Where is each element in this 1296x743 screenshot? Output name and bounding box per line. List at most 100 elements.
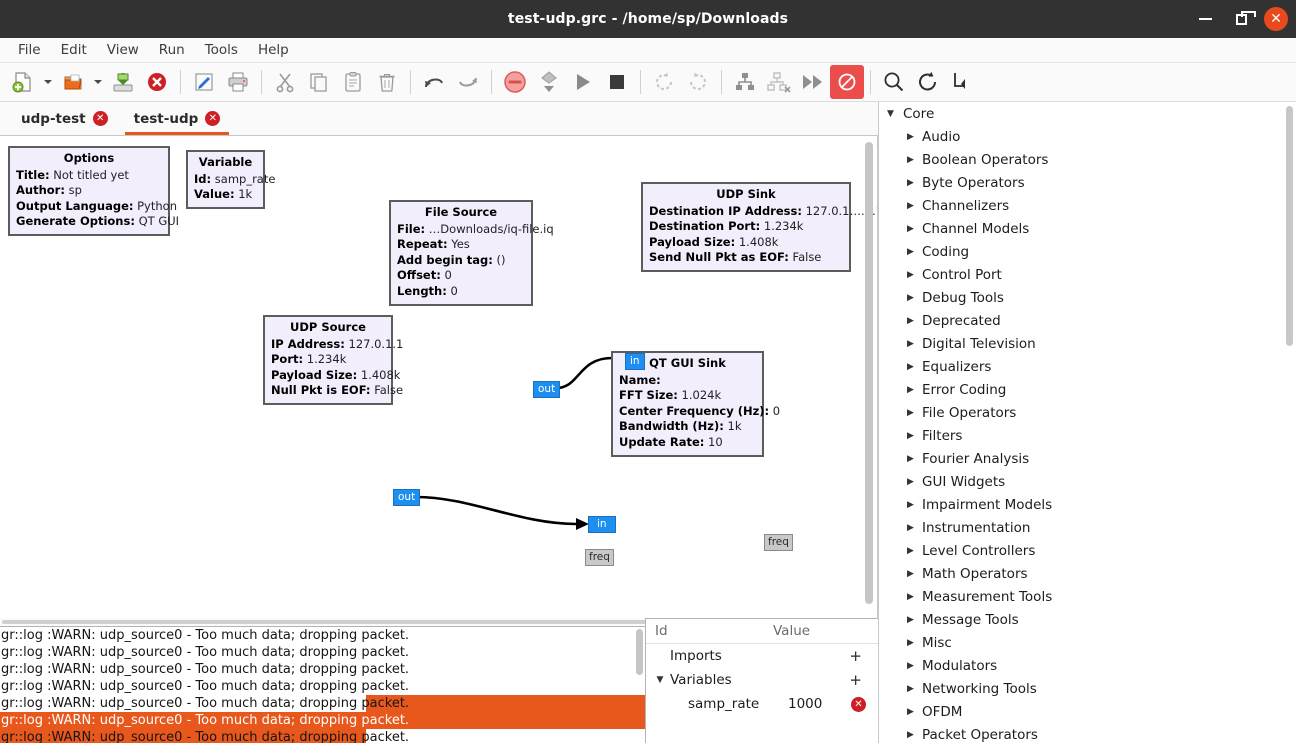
chevron-right-icon[interactable]: ▶ — [907, 339, 922, 349]
scrollbar-thumb[interactable] — [1286, 106, 1293, 346]
sidebar-vertical-scrollbar[interactable] — [1286, 106, 1293, 736]
chevron-right-icon[interactable]: ▶ — [907, 592, 922, 602]
tree-item-gui-widgets[interactable]: ▶ GUI Widgets — [879, 470, 1296, 493]
open-folder-icon[interactable] — [56, 65, 90, 99]
chevron-down-icon[interactable]: ▼ — [652, 675, 668, 685]
delete-variable-button[interactable]: ✕ — [851, 696, 866, 712]
hierarchy-icon[interactable] — [728, 65, 762, 99]
rotate-ccw-icon[interactable] — [647, 65, 681, 99]
stop-square-icon[interactable] — [600, 65, 634, 99]
disable-circle-icon[interactable] — [498, 65, 532, 99]
chevron-right-icon[interactable]: ▶ — [907, 178, 922, 188]
port-qt-gui-sink-in[interactable]: in — [588, 516, 616, 533]
search-icon[interactable] — [877, 65, 911, 99]
tree-item-filters[interactable]: ▶ Filters — [879, 424, 1296, 447]
variables-row-imports[interactable]: Imports + — [646, 644, 878, 668]
chevron-right-icon[interactable]: ▶ — [907, 569, 922, 579]
tree-item-equalizers[interactable]: ▶ Equalizers — [879, 355, 1296, 378]
chevron-right-icon[interactable]: ▶ — [907, 224, 922, 234]
maximize-button[interactable] — [1228, 6, 1256, 32]
chevron-right-icon[interactable]: ▶ — [907, 155, 922, 165]
bypass-icon[interactable] — [532, 65, 566, 99]
close-button[interactable]: ✕ — [1264, 7, 1288, 31]
tree-item-control-port[interactable]: ▶ Control Port — [879, 263, 1296, 286]
tree-item-boolean-operators[interactable]: ▶ Boolean Operators — [879, 148, 1296, 171]
chevron-right-icon[interactable]: ▶ — [907, 546, 922, 556]
minimize-button[interactable] — [1192, 6, 1218, 32]
tree-item-debug-tools[interactable]: ▶ Debug Tools — [879, 286, 1296, 309]
save-disk-icon[interactable] — [106, 65, 140, 99]
tree-item-file-operators[interactable]: ▶ File Operators — [879, 401, 1296, 424]
chevron-right-icon[interactable]: ▶ — [907, 408, 922, 418]
console-log-panel[interactable]: gr::log :WARN: udp_source0 - Too much da… — [0, 626, 645, 743]
flowgraph-canvas[interactable]: Options Title: Not titled yet Author: sp… — [0, 136, 878, 618]
tree-item-audio[interactable]: ▶ Audio — [879, 125, 1296, 148]
chevron-right-icon[interactable]: ▶ — [907, 270, 922, 280]
tree-item-math-operators[interactable]: ▶ Math Operators — [879, 562, 1296, 585]
tree-item-networking-tools[interactable]: ▶ Networking Tools — [879, 677, 1296, 700]
scrollbar-thumb[interactable] — [865, 142, 873, 604]
clipboard-paste-icon[interactable] — [336, 65, 370, 99]
port-qt-gui-sink-freq-out[interactable]: freq — [764, 534, 793, 551]
tab-close-icon[interactable]: ✕ — [205, 111, 221, 126]
block-options[interactable]: Options Title: Not titled yet Author: sp… — [8, 146, 179, 236]
enter-arrow-icon[interactable] — [945, 65, 979, 99]
tree-root-core[interactable]: ▼ Core — [879, 102, 1296, 125]
chevron-right-icon[interactable]: ▶ — [907, 661, 922, 671]
chevron-right-icon[interactable]: ▶ — [907, 477, 922, 487]
menu-tools[interactable]: Tools — [196, 40, 247, 60]
block-udp-sink[interactable]: UDP Sink Destination IP Address: 127.0.1… — [641, 182, 877, 272]
chevron-right-icon[interactable]: ▶ — [907, 293, 922, 303]
tab-test-udp[interactable]: test-udp ✕ — [121, 102, 234, 135]
chevron-right-icon[interactable]: ▶ — [907, 500, 922, 510]
chevron-right-icon[interactable]: ▶ — [907, 132, 922, 142]
undo-arrow-icon[interactable] — [417, 65, 451, 99]
variables-row-variables[interactable]: ▼ Variables + — [646, 668, 878, 692]
port-udp-sink-in[interactable]: in — [625, 353, 645, 370]
tree-item-packet-operators[interactable]: ▶ Packet Operators — [879, 723, 1296, 743]
menu-run[interactable]: Run — [150, 40, 194, 60]
new-file-icon[interactable] — [6, 65, 40, 99]
variables-row-samp-rate[interactable]: samp_rate 1000 ✕ — [646, 692, 878, 716]
rotate-cw-icon[interactable] — [681, 65, 715, 99]
tree-item-fourier-analysis[interactable]: ▶ Fourier Analysis — [879, 447, 1296, 470]
no-entry-icon[interactable] — [830, 65, 864, 99]
block-tree-sidebar[interactable]: ▼ Core ▶ Audio ▶ Boolean Operators ▶ Byte O… — [878, 102, 1296, 743]
chevron-right-icon[interactable]: ▶ — [907, 201, 922, 211]
chevron-right-icon[interactable]: ▶ — [907, 615, 922, 625]
chevron-down-icon[interactable] — [40, 65, 56, 99]
add-variable-button[interactable]: + — [849, 671, 862, 689]
tree-item-digital-television[interactable]: ▶ Digital Television — [879, 332, 1296, 355]
menu-help[interactable]: Help — [249, 40, 298, 60]
tree-item-measurement-tools[interactable]: ▶ Measurement Tools — [879, 585, 1296, 608]
menu-edit[interactable]: Edit — [52, 40, 96, 60]
tab-udp-test[interactable]: udp-test ✕ — [8, 102, 121, 135]
chevron-right-icon[interactable]: ▶ — [907, 385, 922, 395]
hierarchy-remove-icon[interactable] — [762, 65, 796, 99]
tree-item-impairment-models[interactable]: ▶ Impairment Models — [879, 493, 1296, 516]
menu-view[interactable]: View — [98, 40, 148, 60]
chevron-right-icon[interactable]: ▶ — [907, 362, 922, 372]
fast-forward-icon[interactable] — [796, 65, 830, 99]
chevron-right-icon[interactable]: ▶ — [907, 638, 922, 648]
add-import-button[interactable]: + — [849, 647, 862, 665]
block-file-source[interactable]: File Source File: …Downloads/iq-file.iq … — [389, 200, 554, 306]
port-udp-source-out[interactable]: out — [393, 489, 421, 506]
tree-item-deprecated[interactable]: ▶ Deprecated — [879, 309, 1296, 332]
tree-item-modulators[interactable]: ▶ Modulators — [879, 654, 1296, 677]
tree-item-message-tools[interactable]: ▶ Message Tools — [879, 608, 1296, 631]
tree-item-error-coding[interactable]: ▶ Error Coding — [879, 378, 1296, 401]
tree-item-ofdm[interactable]: ▶ OFDM — [879, 700, 1296, 723]
redo-arrow-icon[interactable] — [451, 65, 485, 99]
printer-icon[interactable] — [221, 65, 255, 99]
menu-file[interactable]: File — [9, 40, 50, 60]
chevron-right-icon[interactable]: ▶ — [907, 431, 922, 441]
tree-item-level-controllers[interactable]: ▶ Level Controllers — [879, 539, 1296, 562]
chevron-down-icon[interactable] — [90, 65, 106, 99]
tree-item-coding[interactable]: ▶ Coding — [879, 240, 1296, 263]
trash-icon[interactable] — [370, 65, 404, 99]
tree-item-channelizers[interactable]: ▶ Channelizers — [879, 194, 1296, 217]
chevron-down-icon[interactable]: ▼ — [887, 109, 903, 119]
port-qt-gui-sink-freq-in[interactable]: freq — [585, 549, 614, 566]
chevron-right-icon[interactable]: ▶ — [907, 454, 922, 464]
